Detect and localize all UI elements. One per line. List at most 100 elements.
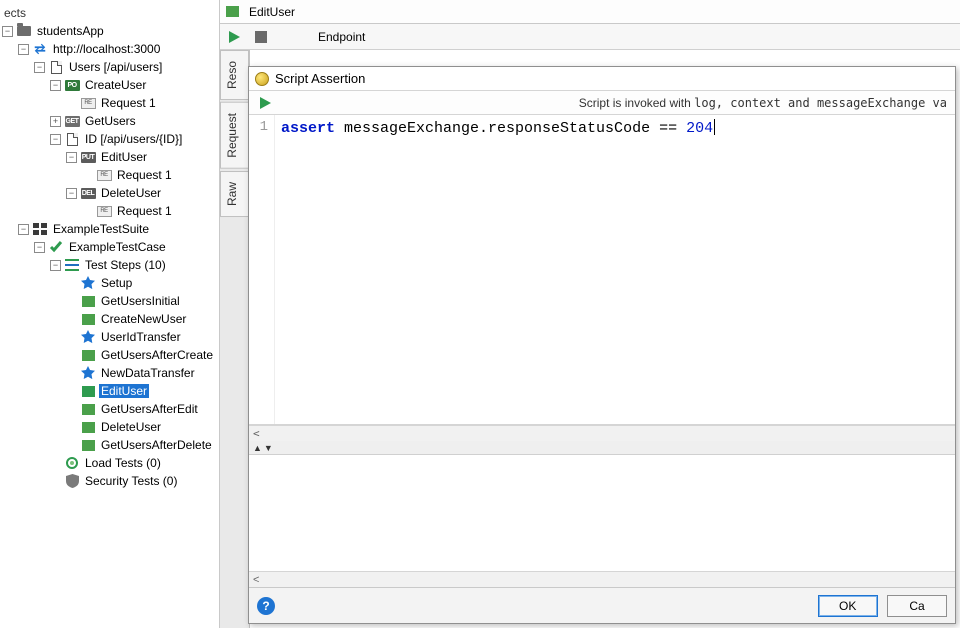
resource-icon	[64, 131, 80, 147]
collapse-icon[interactable]: −	[34, 62, 45, 73]
step-label: UserIdTransfer	[99, 330, 183, 344]
editor-h-scrollbar[interactable]: <	[249, 425, 955, 441]
test-suite-node[interactable]: − ExampleTestSuite	[16, 220, 219, 238]
log-h-scrollbar[interactable]: <	[249, 571, 955, 587]
edit-user-request-node[interactable]: RE Request 1	[80, 166, 219, 184]
run-button[interactable]	[226, 29, 242, 45]
line-gutter: 1	[249, 115, 275, 424]
test-steps-icon	[64, 257, 80, 273]
project-node[interactable]: − studentsApp	[0, 22, 219, 40]
help-button[interactable]: ?	[257, 597, 275, 615]
projects-header: ects	[0, 4, 219, 22]
delete-user-label: DeleteUser	[99, 186, 163, 200]
collapse-icon[interactable]: −	[18, 224, 29, 235]
test-step-edituser[interactable]: EditUser	[64, 382, 219, 400]
folder-icon	[16, 23, 32, 39]
collapse-icon[interactable]: −	[2, 26, 13, 37]
create-user-node[interactable]: − PO CreateUser	[48, 76, 219, 94]
collapse-icon[interactable]: −	[34, 242, 45, 253]
triangle-down-icon: ▼	[264, 443, 273, 453]
spacer	[82, 170, 93, 181]
script-assertion-dialog: Script Assertion Script is invoked with …	[248, 66, 956, 624]
resource-id-label: ID [/api/users/{ID}]	[83, 132, 184, 146]
test-step-newdatatransfer[interactable]: NewDataTransfer	[64, 364, 219, 382]
test-suite-label: ExampleTestSuite	[51, 222, 151, 236]
delete-user-node[interactable]: − DEL DeleteUser	[64, 184, 219, 202]
ok-button[interactable]: OK	[818, 595, 878, 617]
test-step-getusersaftercreate[interactable]: GetUsersAfterCreate	[64, 346, 219, 364]
collapse-icon[interactable]: −	[18, 44, 29, 55]
test-suite-icon	[32, 223, 48, 235]
tab-resource[interactable]: Reso	[220, 50, 249, 100]
splitter-handle[interactable]: ▲ ▼	[249, 441, 955, 455]
dialog-titlebar: Script Assertion	[249, 67, 955, 91]
edit-user-label: EditUser	[99, 150, 149, 164]
cancel-button[interactable]: Ca	[887, 595, 947, 617]
app-root: ects − studentsApp − http://loc	[0, 0, 960, 628]
delete-user-request-node[interactable]: RE Request 1	[80, 202, 219, 220]
collapse-icon[interactable]: −	[50, 80, 61, 91]
post-method-icon: PO	[64, 77, 80, 93]
rest-step-icon	[80, 293, 96, 309]
script-editor[interactable]: 1 assert messageExchange.responseStatusC…	[249, 115, 955, 425]
rest-step-icon	[80, 347, 96, 363]
run-script-button[interactable]	[257, 95, 273, 111]
collapse-icon[interactable]: −	[50, 134, 61, 145]
script-hint: Script is invoked with log, context and …	[579, 96, 947, 110]
keyword: assert	[281, 120, 335, 137]
dialog-title: Script Assertion	[275, 71, 365, 86]
stop-button[interactable]	[253, 29, 269, 45]
rest-request-icon: RE	[96, 203, 112, 219]
editor-title: EditUser	[249, 5, 295, 19]
get-users-node[interactable]: + GET GetUsers	[48, 112, 219, 130]
load-tests-node[interactable]: Load Tests (0)	[48, 454, 219, 472]
rest-step-icon	[80, 437, 96, 453]
triangle-up-icon: ▲	[253, 443, 262, 453]
test-step-useridtransfer[interactable]: UserIdTransfer	[64, 328, 219, 346]
edit-user-request-label: Request 1	[115, 168, 174, 182]
log-pane[interactable]	[249, 455, 955, 571]
create-user-request-node[interactable]: RE Request 1	[64, 94, 219, 112]
get-method-icon: GET	[64, 113, 80, 129]
step-label: GetUsersAfterDelete	[99, 438, 214, 452]
code-area[interactable]: assert messageExchange.responseStatusCod…	[275, 115, 955, 424]
rest-step-icon	[224, 4, 240, 20]
project-tree-panel: ects − studentsApp − http://loc	[0, 0, 220, 628]
test-step-getusersinitial[interactable]: GetUsersInitial	[64, 292, 219, 310]
security-tests-node[interactable]: Security Tests (0)	[48, 472, 219, 490]
vertical-tabs: Reso Request Raw	[220, 50, 250, 628]
create-user-request-label: Request 1	[99, 96, 158, 110]
rest-step-icon	[80, 311, 96, 327]
star-icon	[80, 275, 96, 291]
number-literal: 204	[686, 120, 713, 137]
tab-request[interactable]: Request	[220, 102, 249, 169]
rest-step-icon	[80, 419, 96, 435]
load-tests-icon	[64, 455, 80, 471]
delete-user-request-label: Request 1	[115, 204, 174, 218]
resource-users-node[interactable]: − Users [/api/users]	[32, 58, 219, 76]
collapse-icon[interactable]: −	[66, 188, 77, 199]
tab-raw[interactable]: Raw	[220, 171, 249, 217]
shield-icon	[64, 473, 80, 489]
text-caret	[714, 119, 715, 135]
expand-icon[interactable]: +	[50, 116, 61, 127]
collapse-icon[interactable]: −	[66, 152, 77, 163]
test-step-getusersafterdelete[interactable]: GetUsersAfterDelete	[64, 436, 219, 454]
editor-toolbar: Endpoint	[220, 24, 960, 50]
step-label: CreateNewUser	[99, 312, 188, 326]
dialog-button-bar: ? OK Ca	[249, 587, 955, 623]
test-step-createnewuser[interactable]: CreateNewUser	[64, 310, 219, 328]
endpoint-node[interactable]: − http://localhost:3000	[16, 40, 219, 58]
test-step-deleteuser[interactable]: DeleteUser	[64, 418, 219, 436]
collapse-icon[interactable]: −	[50, 260, 61, 271]
resource-id-node[interactable]: − ID [/api/users/{ID}]	[48, 130, 219, 148]
test-case-node[interactable]: − ExampleTestCase	[32, 238, 219, 256]
code-body: messageExchange.responseStatusCode ==	[335, 120, 686, 137]
step-label: DeleteUser	[99, 420, 163, 434]
spacer	[82, 206, 93, 217]
test-step-setup[interactable]: Setup	[64, 274, 219, 292]
test-steps-node[interactable]: − Test Steps (10)	[48, 256, 219, 274]
step-label: Setup	[99, 276, 134, 290]
test-step-getusersafteredit[interactable]: GetUsersAfterEdit	[64, 400, 219, 418]
edit-user-node[interactable]: − PUT EditUser	[64, 148, 219, 166]
